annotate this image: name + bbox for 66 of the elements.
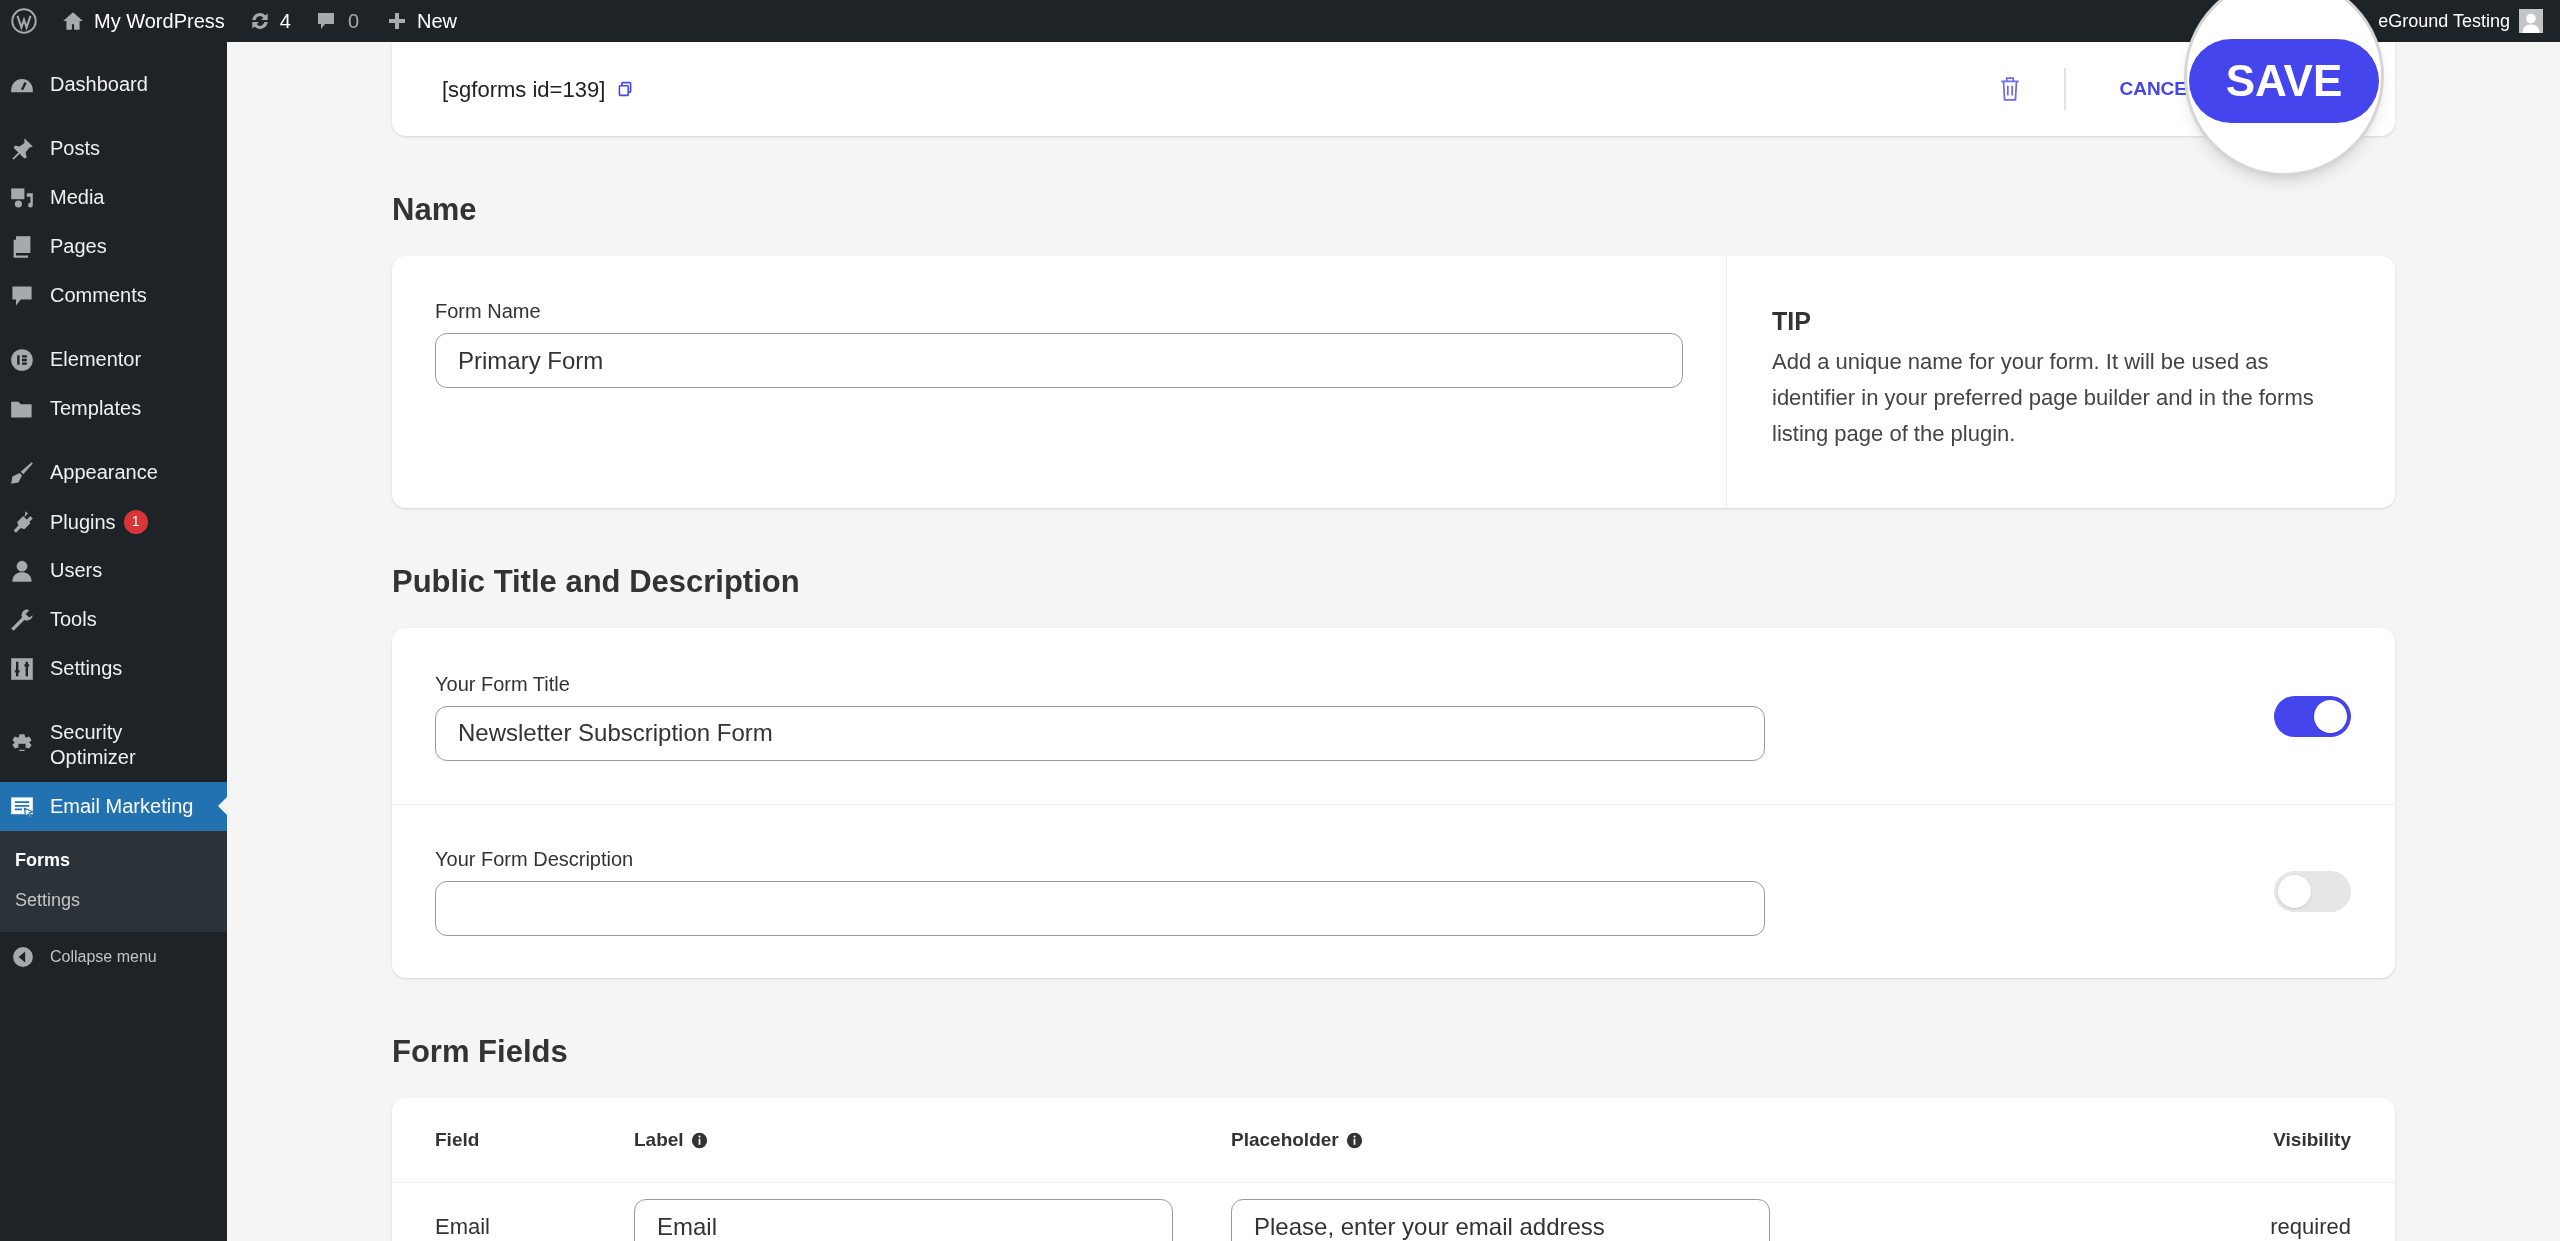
wordpress-logo-icon — [11, 8, 37, 34]
collapse-menu-button[interactable]: Collapse menu — [0, 932, 227, 981]
section-heading: Form Fields — [392, 1033, 569, 1071]
plus-icon — [387, 11, 407, 31]
save-button[interactable]: SAVE — [2189, 39, 2379, 123]
notification-badge: 1 — [123, 509, 148, 534]
field-label: Form Name — [435, 299, 542, 323]
text-input[interactable]: Primary Form — [435, 333, 1683, 388]
comment-count[interactable]: 0 — [347, 6, 359, 36]
update-count[interactable]: 4 — [279, 6, 291, 36]
menu-item[interactable]: Dashboard — [0, 60, 227, 109]
wrench-icon — [10, 607, 34, 632]
column-header: Placeholder — [1231, 1127, 1339, 1152]
tip-text: Add a unique name for your form. It will be used as identifier in your preferred page builder and in the forms listing page of the plugin. — [1772, 348, 2315, 448]
menu-item[interactable]: Appearance — [0, 448, 227, 497]
user-icon — [10, 558, 34, 583]
menu-item[interactable]: Users — [0, 546, 227, 595]
menu-item[interactable]: Security Optimizer — [0, 708, 227, 782]
column-header: Label — [634, 1127, 684, 1152]
table-cell: Email — [435, 1214, 490, 1239]
text-input[interactable]: Please, enter your email address — [1231, 1199, 1770, 1241]
menu-item[interactable]: Posts — [0, 124, 227, 173]
info-icon[interactable] — [690, 1131, 708, 1149]
comment-icon — [315, 11, 336, 31]
shortcode-text: [sgforms id=139] — [442, 75, 606, 104]
text-input[interactable]: Newsletter Subscription Form — [435, 705, 1765, 761]
menu-item[interactable]: Tools — [0, 595, 227, 644]
home-icon — [62, 10, 84, 32]
delete-button[interactable] — [1999, 76, 2022, 102]
user-name[interactable]: eGround Testing — [2378, 12, 2510, 30]
menu-item[interactable]: Elementor — [0, 335, 227, 384]
submenu-item[interactable]: Settings — [0, 880, 227, 920]
column-header: Visibility — [2273, 1127, 2351, 1152]
menu-item[interactable]: Settings — [0, 644, 227, 693]
avatar-icon — [2519, 9, 2543, 33]
sliders-icon — [10, 656, 34, 681]
column-header: Field — [435, 1127, 480, 1152]
menu-item[interactable]: Pages — [0, 222, 227, 271]
field-label: Your Form Description — [435, 847, 635, 871]
tip-title: TIP — [1772, 306, 1812, 336]
cancel-button[interactable]: CANCE — [2119, 74, 2187, 104]
menu-item[interactable]: Plugins 1 — [0, 497, 227, 546]
circle-e-icon — [10, 347, 34, 372]
site-name-link[interactable]: My WordPress — [94, 6, 225, 36]
toggle-switch[interactable] — [2274, 695, 2351, 737]
menu-item[interactable]: Comments — [0, 271, 227, 320]
form-cursor-icon — [10, 794, 34, 819]
pin-icon — [10, 136, 34, 161]
brush-icon — [10, 460, 34, 485]
info-icon[interactable] — [1345, 1131, 1363, 1149]
menu-item[interactable]: Media — [0, 173, 227, 222]
toggle-switch[interactable] — [2274, 871, 2351, 912]
section-heading: Public Title and Description — [392, 563, 801, 601]
menu-item[interactable]: Email Marketing — [0, 782, 227, 831]
copy-icon — [617, 81, 634, 97]
comment-icon — [10, 283, 34, 308]
text-input[interactable] — [435, 881, 1765, 936]
media-icon — [10, 185, 34, 210]
current-item-pointer — [218, 797, 227, 815]
field-label: Your Form Title — [435, 671, 571, 696]
table-cell-text: required — [2270, 1213, 2351, 1241]
new-link[interactable]: New — [417, 6, 458, 36]
text-input[interactable]: Email — [634, 1199, 1173, 1241]
menu-item[interactable]: Templates — [0, 384, 227, 433]
submenu-item[interactable]: Forms — [0, 840, 227, 880]
section-heading: Name — [392, 191, 478, 229]
